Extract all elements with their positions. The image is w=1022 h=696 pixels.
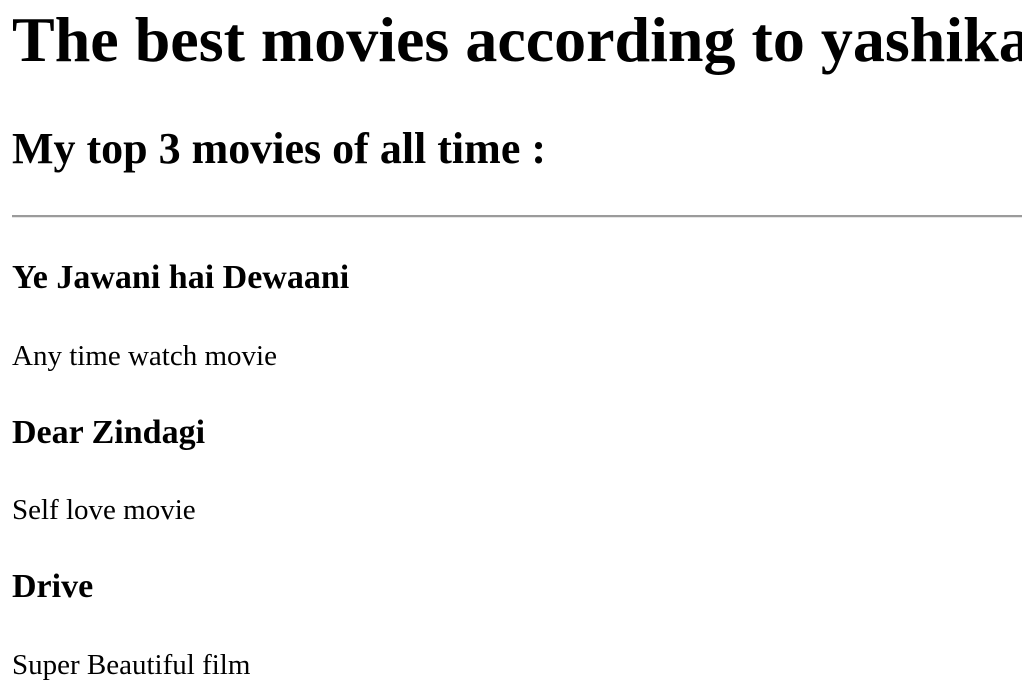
page-title: The best movies according to yashika	[12, 4, 1022, 75]
page-subtitle: My top 3 movies of all time :	[12, 124, 546, 173]
movie-title-2: Dear Zindagi	[12, 414, 206, 451]
movie-description-1: Any time watch movie	[12, 340, 277, 372]
movie-title-1: Ye Jawani hai Dewaani	[12, 259, 350, 296]
movie-description-3: Super Beautiful film	[12, 649, 251, 681]
horizontal-divider	[12, 215, 1022, 218]
movie-title-3: Drive	[12, 568, 94, 605]
movie-description-2: Self love movie	[12, 494, 196, 526]
page-body: The best movies according to yashika My …	[0, 0, 1022, 696]
